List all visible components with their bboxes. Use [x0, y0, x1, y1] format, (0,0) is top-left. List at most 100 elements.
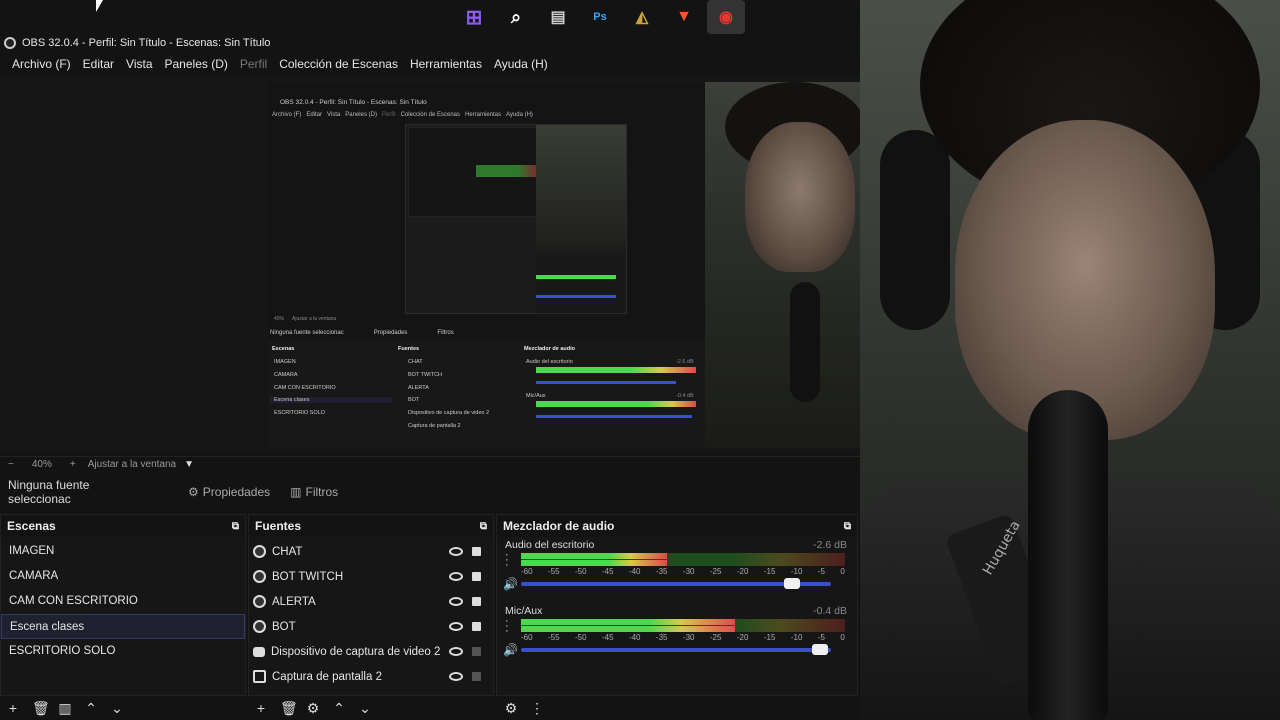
files-icon[interactable]: ▤ — [539, 0, 577, 34]
menu-archivo[interactable]: Archivo (F) — [6, 54, 77, 74]
channel-menu-icon[interactable]: · · · — [505, 616, 509, 637]
face — [955, 120, 1215, 440]
filters-scene-icon[interactable]: ▥ — [58, 700, 72, 717]
browser-icon — [253, 570, 266, 583]
source-settings-icon[interactable]: ⚙ — [306, 700, 320, 717]
meter-level — [521, 553, 667, 559]
move-up-icon[interactable]: ⌃ — [84, 700, 98, 717]
advanced-audio-icon[interactable]: ⚙ — [504, 700, 518, 717]
menu-coleccion-escenas[interactable]: Colección de Escenas — [273, 54, 404, 74]
undock-icon[interactable]: ⧉ — [232, 521, 239, 532]
source-item-bot[interactable]: BOT — [249, 614, 493, 639]
sources-header: Fuentes ⧉ — [249, 515, 493, 537]
menu-ayuda[interactable]: Ayuda (H) — [488, 54, 554, 74]
speaker-icon[interactable]: 🔊 — [503, 643, 518, 657]
speaker-icon[interactable]: 🔊 — [503, 577, 518, 591]
lock-icon[interactable] — [472, 572, 481, 581]
scene-item-imagen[interactable]: IMAGEN — [1, 539, 245, 564]
nested-mixer-ch2-db: -0.4 dB — [676, 393, 694, 399]
eye-icon[interactable] — [449, 672, 463, 681]
source-label: Captura de pantalla 2 — [272, 670, 382, 683]
scene-item-escritorio-solo[interactable]: ESCRITORIO SOLO — [1, 639, 245, 664]
search-icon[interactable]: ⌕ — [497, 0, 535, 34]
slider-knob[interactable] — [811, 644, 828, 655]
menu-herramientas[interactable]: Herramientas — [404, 54, 488, 74]
photoshop-icon[interactable]: Ps — [581, 0, 619, 34]
source-label: BOT TWITCH — [272, 570, 344, 583]
mixer-menu-icon[interactable]: ⋮ — [530, 700, 544, 717]
preview-canvas[interactable]: OBS 32.0.4 - Perfil: Sin Título - Escena… — [268, 82, 860, 448]
zoom-in-button[interactable]: + — [70, 459, 76, 470]
nested-menu-item: Paneles (D) — [345, 112, 377, 118]
mixer-title: Mezclador de audio — [503, 519, 615, 533]
undock-icon[interactable]: ⧉ — [480, 521, 487, 532]
eye-icon[interactable] — [449, 572, 463, 581]
nested-webcam — [705, 82, 860, 448]
eye-icon[interactable] — [449, 597, 463, 606]
volume-slider[interactable] — [521, 578, 831, 589]
add-source-icon[interactable]: + — [254, 700, 268, 716]
eye-icon[interactable] — [449, 547, 463, 556]
browser-icon — [253, 545, 266, 558]
nested-menu-item: Editar — [306, 112, 323, 118]
nested-menu-item: Perfil — [381, 112, 396, 118]
undock-icon[interactable]: ⧉ — [844, 521, 851, 532]
menu-paneles[interactable]: Paneles (D) — [159, 54, 234, 74]
volume-slider[interactable] — [521, 644, 831, 655]
meter-ticks: -60 -55 -50 -45 -40 -35 -30 -25 -20 -15 -10 -5 0 — [521, 633, 845, 642]
browser-icon — [253, 620, 266, 633]
eye-icon[interactable] — [449, 647, 463, 656]
windows-icon[interactable]: ⊞ — [455, 0, 493, 34]
scene-item-cam-con-escritorio[interactable]: CAM CON ESCRITORIO — [1, 589, 245, 614]
nested-fit: Ajustar a la ventana — [292, 316, 337, 322]
unlock-icon[interactable] — [472, 672, 481, 681]
window-title: OBS 32.0.4 - Perfil: Sin Título - Escena… — [22, 37, 271, 49]
nested-menu: Archivo (F) Editar Vista Paneles (D) Per… — [272, 112, 533, 118]
nested-inner-capture — [405, 124, 627, 314]
move-down-icon[interactable]: ⌄ — [110, 700, 124, 717]
source-label: BOT — [272, 620, 296, 633]
source-item-bot-twitch[interactable]: BOT TWITCH — [249, 564, 493, 589]
properties-button[interactable]: ⚙ Propiedades — [188, 485, 270, 499]
source-item-video-capture[interactable]: Dispositivo de captura de video 2 — [249, 639, 493, 664]
lock-icon[interactable] — [472, 547, 481, 556]
properties-label: Propiedades — [202, 485, 271, 499]
zoom-value: 40% — [31, 459, 52, 470]
move-down-icon[interactable]: ⌄ — [358, 700, 372, 717]
unlock-icon[interactable] — [472, 647, 481, 656]
menu-vista[interactable]: Vista — [120, 54, 158, 74]
channel-menu-icon[interactable]: · · · — [505, 550, 509, 571]
zoom-out-button[interactable]: − — [8, 459, 14, 470]
remove-scene-icon[interactable]: 🗑 — [32, 700, 50, 717]
scene-item-escena-clases[interactable]: Escena clases — [1, 614, 245, 639]
add-scene-icon[interactable]: + — [6, 700, 20, 716]
source-item-chat[interactable]: CHAT — [249, 539, 493, 564]
lock-icon[interactable] — [472, 622, 481, 631]
lock-icon[interactable] — [472, 597, 481, 606]
nested-mixer-title: Mezclador de audio — [524, 346, 576, 352]
nested-scenes-title: Escenas — [272, 346, 295, 352]
source-item-alerta[interactable]: ALERTA — [249, 589, 493, 614]
source-item-screen-capture[interactable]: Captura de pantalla 2 — [249, 664, 493, 689]
source-label: ALERTA — [272, 595, 316, 608]
nested-title: OBS 32.0.4 - Perfil: Sin Título - Escena… — [280, 99, 427, 106]
remove-source-icon[interactable]: 🗑 — [280, 700, 298, 717]
mixer-channel-mic: Mic/Aux -0.4 dB · · · -60 -55 -50 -45 -40 -35 -3… — [497, 603, 857, 669]
nested-menu-item: Archivo (F) — [272, 112, 302, 118]
obs-icon[interactable]: ◉ — [707, 0, 745, 34]
move-up-icon[interactable]: ⌃ — [332, 700, 346, 717]
menu-perfil[interactable]: Perfil — [234, 54, 273, 74]
nested-scene-item: IMAGEN — [274, 359, 296, 365]
volume-meter — [521, 619, 845, 633]
filters-button[interactable]: ▥ Filtros — [290, 485, 338, 499]
nested-properties: Propiedades — [373, 330, 408, 336]
scene-item-camara[interactable]: CAMARA — [1, 564, 245, 589]
chevron-down-icon[interactable]: ▼ — [184, 459, 194, 470]
slider-knob[interactable] — [784, 578, 800, 589]
eye-icon[interactable] — [449, 622, 463, 631]
menu-editar[interactable]: Editar — [77, 54, 120, 74]
brave-icon[interactable]: ▼ — [665, 0, 703, 34]
lol-icon[interactable]: ◭ — [623, 0, 661, 34]
scenes-header: Escenas ⧉ — [1, 515, 245, 537]
nested-source-item: ALERTA — [408, 385, 429, 391]
